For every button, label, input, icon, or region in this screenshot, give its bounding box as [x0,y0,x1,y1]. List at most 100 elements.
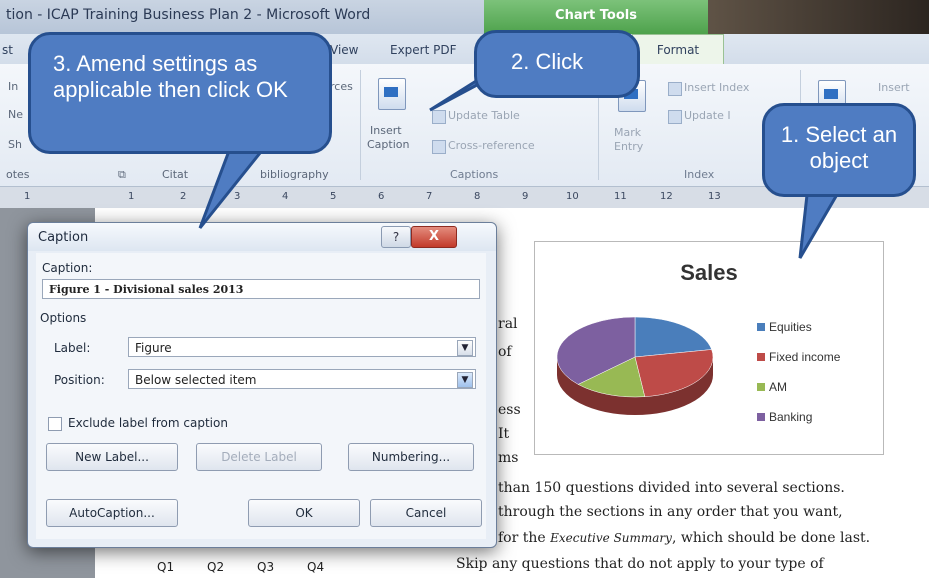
callout-step1-text: 1. Select an object [780,122,898,173]
legend-swatch [757,383,765,391]
ruler-number: 6 [378,191,385,202]
pie-chart [556,316,714,415]
ruler-number: 13 [708,191,721,202]
chevron-down-icon[interactable]: ▼ [457,372,473,388]
legend-label: Banking [769,410,813,424]
document-text-fragment: It [498,426,510,442]
callout-step1: 1. Select an object [762,103,916,197]
chart-object[interactable]: Sales Equities Fixed income AM Banking [534,241,884,455]
ruler-number: 12 [660,191,673,202]
position-select-value: Below selected item [135,373,257,387]
insert-index-button[interactable]: Insert Index [684,81,749,94]
autocaption-button[interactable]: AutoCaption... [46,499,178,527]
insert-caption-label-1[interactable]: Insert [370,124,402,137]
dialog-title-bar: Caption ? X [28,223,496,251]
window-title: tion - ICAP Training Business Plan 2 - M… [6,7,371,23]
document-line: than 150 questions divided into several … [498,480,845,496]
chart-title: Sales [680,260,738,285]
caption-field-label: Caption: [42,261,93,275]
group-label-captions: Captions [450,168,499,181]
delete-label-button[interactable]: Delete Label [196,443,322,471]
cancel-button[interactable]: Cancel [370,499,482,527]
document-text-fragment: of [498,344,512,360]
ruler-number: 8 [474,191,481,202]
legend-swatch [757,323,765,331]
document-line: Skip any questions that do not apply to … [456,556,824,572]
legend-item: AM [757,380,787,394]
help-button[interactable]: ? [381,226,411,248]
options-group-label: Options [40,311,87,325]
dialog-launcher-icon[interactable]: ⧉ [118,168,126,182]
insert-caption-icon[interactable] [378,78,406,110]
callout-step3: 3. Amend settings as applicable then cli… [28,32,332,154]
group-label-footnotes: otes [6,168,30,181]
document-text-fragment: ess [498,402,521,418]
position-field-label: Position: [54,373,105,387]
group-label-index: Index [684,168,715,181]
exclude-label-checkbox[interactable] [48,417,62,431]
position-select[interactable]: Below selected item ▼ [128,369,476,389]
insert-caption-label-2[interactable]: Caption [367,138,409,151]
quarter-label: Q3 [257,560,275,574]
manage-sources-partial[interactable]: rces [330,80,353,93]
new-label-button[interactable]: New Label... [46,443,178,471]
tab-partial[interactable]: st [2,43,13,57]
ok-button[interactable]: OK [248,499,360,527]
ruler-number: 3 [234,191,241,202]
update-table-icon [432,110,446,124]
document-line-part: for the [498,530,551,546]
update-index-button[interactable]: Update I [684,109,731,122]
quarter-label: Q1 [157,560,175,574]
legend-label: AM [769,380,787,394]
chevron-down-icon[interactable]: ▼ [457,340,473,356]
dialog-body: Caption: Figure 1 - Divisional sales 201… [36,253,486,539]
label-select[interactable]: Figure ▼ [128,337,476,357]
document-line: for the Executive Summary, which should … [498,530,870,546]
insert-index-icon [668,82,682,96]
tab-view[interactable]: View [330,43,358,57]
ruler-number: 2 [180,191,187,202]
chart-tools-label: Chart Tools [555,8,637,23]
insert-table-of-authorities-button[interactable]: Insert [878,81,910,94]
label-field-label: Label: [54,341,91,355]
caption-input[interactable]: Figure 1 - Divisional sales 2013 [42,279,480,299]
update-table-button[interactable]: Update Table [448,109,520,122]
title-bar-decoration [708,0,929,34]
document-text-fragment: ms [498,450,519,466]
ruler-number: 1 [128,191,135,202]
legend-swatch [757,353,765,361]
document-text-fragment: ral [498,316,518,332]
ribbon-partial-item: Sh [8,138,22,151]
legend-item: Fixed income [757,350,840,364]
ruler-number: 11 [614,191,627,202]
cross-reference-icon [432,140,446,154]
ribbon-separator [360,70,361,180]
close-button[interactable]: X [411,226,457,248]
ribbon-partial-item: Ne [8,108,23,121]
ruler-number: 9 [522,191,529,202]
callout-step2-text: 2. Click [511,49,584,74]
document-italic-text: Executive Summary [550,531,672,545]
label-select-value: Figure [135,341,172,355]
mark-entry-label-1[interactable]: Mark [614,126,641,139]
tab-format[interactable]: Format [632,34,724,65]
group-label-citations: Citat [162,168,189,181]
legend-label: Equities [769,320,812,334]
dialog-title: Caption [38,230,89,245]
tab-expert-pdf[interactable]: Expert PDF [390,43,457,57]
document-line: through the sections in any order that y… [498,504,843,520]
ruler-number: 5 [330,191,337,202]
update-index-icon [668,110,682,124]
legend-swatch [757,413,765,421]
quarter-label: Q4 [307,560,325,574]
ruler-number: 4 [282,191,289,202]
numbering-button[interactable]: Numbering... [348,443,474,471]
quarter-label: Q2 [207,560,225,574]
callout-step3-text: 3. Amend settings as applicable then cli… [53,51,288,102]
ribbon-partial-item: In [8,80,19,93]
mark-entry-label-2[interactable]: Entry [614,140,643,153]
document-line-part: , which should be done last. [671,530,871,546]
exclude-label-text[interactable]: Exclude label from caption [68,416,228,430]
legend-label: Fixed income [769,350,841,364]
cross-reference-button[interactable]: Cross-reference [448,139,535,152]
